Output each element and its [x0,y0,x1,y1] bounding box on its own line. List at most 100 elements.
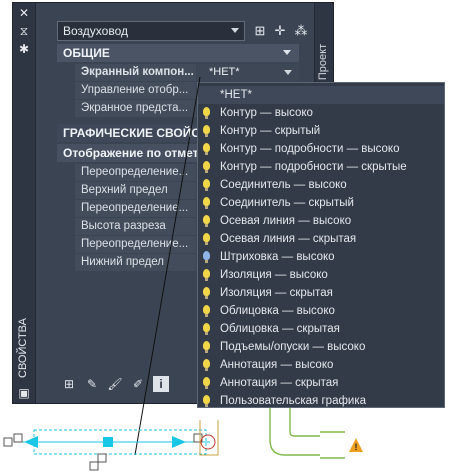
row-gutter [57,254,75,272]
dropdown-option[interactable]: Облицовка — скрытая [198,320,444,338]
lightbulb-icon [203,287,210,299]
elbow-outer [269,408,320,456]
dropdown-option-label: Контур — высоко [220,107,313,119]
lightbulb-icon [203,197,210,209]
dropdown-option[interactable]: *НЕТ* [198,86,444,104]
duct-grip-square[interactable] [103,437,113,447]
lightbulb-icon [203,395,210,407]
property-label: Нижний предел [75,254,196,271]
dropdown-option[interactable]: Контур — подробности — высоко [198,140,444,158]
palette-left-strip: ✕ ⧖ ✱ СВОЙСТВА ▣ [13,3,36,403]
select-objects-icon[interactable]: ✛ [271,22,289,40]
lightbulb-icon [203,377,210,389]
palette-menu-icon[interactable]: ▣ [18,387,30,399]
lightbulb-icon [203,233,210,245]
match-properties-icon[interactable]: ✐ [130,376,146,392]
row-gutter [57,200,75,218]
dropdown-option-label: Изоляция — высоко [220,269,328,281]
dropdown-option[interactable]: Штриховка — высоко [198,248,444,266]
section-graphics-label: ГРАФИЧЕСКИЕ СВОЙСТ [63,126,208,140]
lightbulb-icon [203,179,210,191]
add-to-selection-icon[interactable]: ⊞ [61,376,77,392]
lightbulb-icon [203,125,210,137]
dropdown-option[interactable]: Осевая линия — высоко [198,212,444,230]
property-label: Верхний предел [75,182,196,199]
dropdown-option[interactable]: Контур — высоко [198,104,444,122]
palette-bottom-toolbar: ⊞ ✎ 🖌 ✐ i [61,376,176,392]
dropdown-option[interactable]: Осевая линия — скрытая [198,230,444,248]
warning-icon[interactable] [349,438,363,452]
duct-grip-arrow-left[interactable] [24,436,38,448]
property-label: Высота разреза [75,218,196,235]
palette-settings-icon[interactable]: ✱ [18,43,30,55]
property-label: Переопределение... [75,164,196,181]
dropdown-option-label: Контур — подробности — скрытые [220,161,407,173]
display-by-elevation-label: Отображение по отмет [63,146,199,160]
add-grip-icons[interactable] [3,433,203,471]
dropdown-option-label: Аннотация — скрытая [220,377,339,389]
dropdown-option[interactable]: Соединитель — скрытый [198,194,444,212]
dropdown-option[interactable]: Облицовка — высоко [198,302,444,320]
dropdown-option[interactable]: Пользовательская графика [198,392,444,410]
palette-title: СВОЙСТВА [17,318,29,378]
lightbulb-icon [203,161,210,173]
dropdown-option[interactable]: Аннотация — высоко [198,356,444,374]
dropdown-option[interactable]: Подъемы/опуски — высоко [198,338,444,356]
row-gutter [57,64,75,82]
dropdown-option[interactable]: Контур — скрытый [198,122,444,140]
lightbulb-icon [203,305,210,317]
dropdown-option-label: Облицовка — высоко [220,305,335,317]
section-general[interactable]: ОБЩИЕ [57,44,299,62]
dropdown-option[interactable]: Изоляция — высоко [198,266,444,284]
quick-select-icon[interactable]: ⊞ [251,22,269,40]
lightbulb-icon [203,359,210,371]
duct-outline[interactable] [33,429,207,455]
lightbulb-icon [203,143,210,155]
dropdown-option-label: Соединитель — скрытый [220,197,354,209]
autohide-icon[interactable]: ⧖ [18,25,30,37]
dropdown-option-label: *НЕТ* [220,89,252,101]
close-icon[interactable]: ✕ [18,7,30,19]
property-row[interactable]: Экранный компон... *НЕТ* [57,64,299,82]
dropdown-option[interactable]: Соединитель — высоко [198,176,444,194]
dropdown-option-label: Соединитель — высоко [220,179,347,191]
property-label: Экранный компон... [75,64,196,81]
duct-segment [320,431,345,459]
row-gutter [57,236,75,254]
brush-icon[interactable]: 🖌 [107,376,123,392]
dropdown-option-label: Штриховка — высоко [220,251,335,263]
object-type-value: Воздуховод [63,24,128,38]
property-label: Переопределение... [75,200,196,217]
property-value: *НЕТ* [209,66,240,78]
toggle-pickadd-icon[interactable]: ⁂ [292,22,310,40]
collapse-icon [283,50,291,55]
chevron-down-icon [231,28,239,33]
dropdown-option[interactable]: Аннотация — скрытая [198,374,444,392]
lightbulb-icon [203,215,210,227]
svg-text:!: ! [355,442,358,452]
fitting-outline [199,420,219,456]
duct-grip-arrow-right[interactable] [172,436,186,448]
row-gutter [57,182,75,200]
connector-circle [200,434,216,450]
dropdown-option-label: Осевая линия — высоко [220,215,352,227]
display-component-dropdown: *НЕТ* Контур — высоко Контур — скрытый Конт… [197,82,445,408]
display-component-select[interactable]: *НЕТ* [197,64,299,81]
chevron-down-icon [284,70,292,75]
row-gutter [57,218,75,236]
elbow-inner [289,408,320,437]
dropdown-option-label: Изоляция — скрытая [220,287,333,299]
dropdown-option-label: Контур — скрытый [220,125,321,137]
section-general-label: ОБЩИЕ [63,46,110,60]
dropdown-option-label: Осевая линия — скрытая [220,233,357,245]
dropdown-option[interactable]: Изоляция — скрытая [198,284,444,302]
lightbulb-icon [203,341,210,353]
info-icon[interactable]: i [153,376,169,392]
dropdown-option-label: Подъемы/опуски — высоко [220,341,366,353]
dropdown-option[interactable]: Контур — подробности — скрытые [198,158,444,176]
object-type-select[interactable]: Воздуховод [57,21,245,41]
edit-style-icon[interactable]: ✎ [84,376,100,392]
dropdown-option-label: Аннотация — высоко [220,359,334,371]
dropdown-option-label: Облицовка — скрытая [220,323,340,335]
lightbulb-icon [203,251,210,263]
